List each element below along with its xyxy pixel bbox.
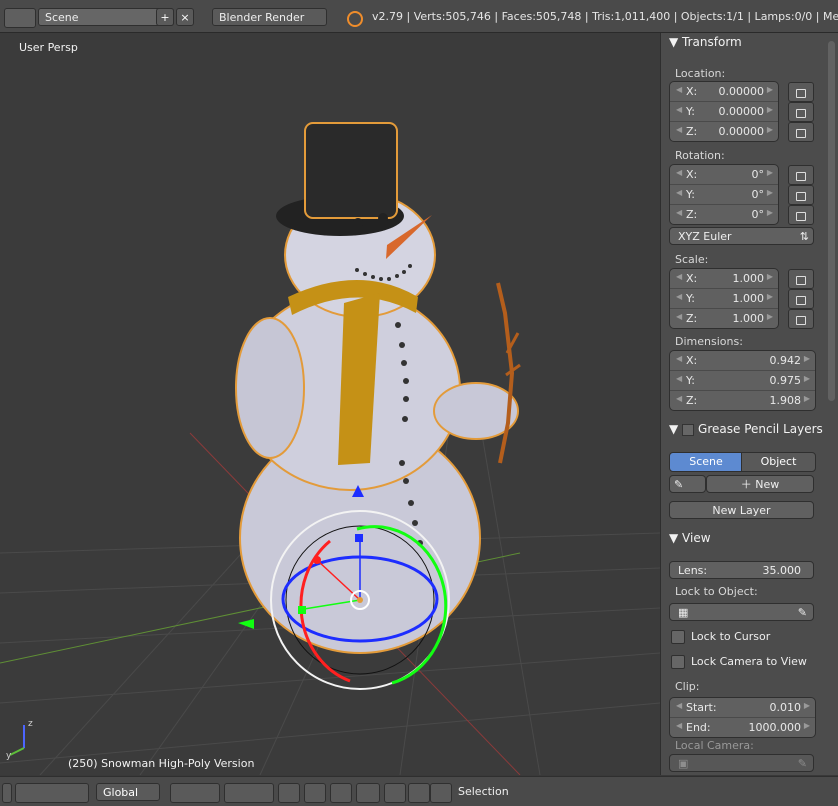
bottom-left-button[interactable] <box>2 783 12 803</box>
lock-to-object-label: Lock to Object: <box>675 585 758 598</box>
rotation-x-lock-button[interactable] <box>788 165 814 185</box>
rotation-vector[interactable]: ◀ X: 0° ▶ ◀ Y: 0° ▶ ◀ Z: 0° ▶ <box>669 164 779 225</box>
svg-text:z: z <box>28 719 33 729</box>
render-icon[interactable] <box>408 783 430 803</box>
location-y-field[interactable]: ◀ Y: 0.00000 ▶ <box>670 102 778 122</box>
dimensions-vector[interactable]: ◀ X: 0.942 ▶ ◀ Y: 0.975 ▶ ◀ Z: 1.908 ▶ <box>669 350 816 411</box>
cube-icon: ▦ <box>678 606 689 619</box>
scene-tab-button[interactable]: Scene <box>669 452 743 472</box>
add-scene-button[interactable]: + <box>156 8 174 26</box>
manipulator-toggle-group[interactable] <box>15 783 89 803</box>
3d-viewport[interactable]: z y User Persp (250) Snowman High-Poly V… <box>0 33 660 775</box>
eyedropper-icon[interactable]: ✎ <box>798 604 807 622</box>
snap-target-icon[interactable] <box>356 783 380 803</box>
dimensions-label: Dimensions: <box>675 335 743 348</box>
bottom-header: Global Selection <box>0 776 838 806</box>
lock-object-field[interactable]: ▦ ✎ <box>669 603 814 621</box>
rotation-y-field[interactable]: ◀ Y: 0° ▶ <box>670 185 778 205</box>
location-vector[interactable]: ◀ X: 0.00000 ▶ ◀ Y: 0.00000 ▶ ◀ Z: 0.00000 ▶ <box>669 81 779 142</box>
clip-start-field[interactable]: ◀ Start: 0.010 ▶ <box>670 698 815 718</box>
scene-selector[interactable]: Scene <box>38 8 174 26</box>
magnet-icon[interactable] <box>330 783 352 803</box>
location-z-lock-button[interactable] <box>788 122 814 142</box>
pivot-icon[interactable] <box>304 783 326 803</box>
transform-orientation-select[interactable]: Global <box>96 783 160 801</box>
scale-z-field[interactable]: ◀ Z: 1.000 ▶ <box>670 309 778 328</box>
rotation-y-lock-button[interactable] <box>788 185 814 205</box>
layer-buttons-left[interactable] <box>170 783 220 803</box>
viewport-scene: z y <box>0 33 660 775</box>
selection-status: Selection <box>458 785 509 798</box>
checkbox-icon[interactable] <box>682 423 695 436</box>
properties-sidebar: ▼ Transform Location: ◀ X: 0.00000 ▶ ◀ Y: 0.0… <box>660 33 838 775</box>
sidebar-scrollbar[interactable] <box>828 41 835 401</box>
editor-type-button[interactable] <box>4 8 36 28</box>
plus-icon: ＋ <box>740 478 752 491</box>
remove-scene-button[interactable]: × <box>176 8 194 26</box>
view-panel-title[interactable]: ▼ View <box>669 531 711 545</box>
clip-label: Clip: <box>675 680 700 693</box>
top-header: Scene + × Blender Render v2.79 | Verts:5… <box>0 0 838 33</box>
blender-logo-icon <box>347 11 363 27</box>
rotation-mode-select[interactable]: XYZ Euler ⇅ <box>669 227 814 245</box>
local-camera-field[interactable]: ▣ ✎ <box>669 754 814 772</box>
dimension-z-field[interactable]: ◀ Z: 1.908 ▶ <box>670 391 815 410</box>
transform-panel-title[interactable]: ▼ Transform <box>669 35 742 49</box>
location-label: Location: <box>675 67 726 80</box>
clip-end-field[interactable]: ◀ End: 1000.000 ▶ <box>670 718 815 737</box>
dimension-y-field[interactable]: ◀ Y: 0.975 ▶ <box>670 371 815 391</box>
render-engine-select[interactable]: Blender Render <box>212 8 327 26</box>
new-layer-button[interactable]: New Layer <box>669 501 814 519</box>
scale-y-field[interactable]: ◀ Y: 1.000 ▶ <box>670 289 778 309</box>
camera-icon-bottom[interactable] <box>430 783 452 803</box>
lock-camera-to-view-label: Lock Camera to View <box>691 655 807 668</box>
lock-layer-button[interactable] <box>278 783 300 803</box>
eyedropper-icon-disabled: ✎ <box>797 757 807 770</box>
scale-z-lock-button[interactable] <box>788 309 814 329</box>
camera-icon: ▣ <box>678 757 689 770</box>
proportional-edit-icon[interactable] <box>384 783 406 803</box>
new-grease-pencil-button[interactable]: ＋ New <box>706 475 814 493</box>
dimension-x-field[interactable]: ◀ X: 0.942 ▶ <box>670 351 815 371</box>
scale-x-field[interactable]: ◀ X: 1.000 ▶ <box>670 269 778 289</box>
object-tab-button[interactable]: Object <box>741 452 816 472</box>
layer-buttons-right[interactable] <box>224 783 274 803</box>
rotation-z-field[interactable]: ◀ Z: 0° ▶ <box>670 205 778 224</box>
scale-vector[interactable]: ◀ X: 1.000 ▶ ◀ Y: 1.000 ▶ ◀ Z: 1.000 ▶ <box>669 268 779 329</box>
location-x-lock-button[interactable] <box>788 82 814 102</box>
lens-field[interactable]: Lens: 35.000 <box>669 561 814 579</box>
grease-pencil-new-selector[interactable]: ✎ <box>669 475 706 493</box>
location-x-field[interactable]: ◀ X: 0.00000 ▶ <box>670 82 778 102</box>
scale-x-lock-button[interactable] <box>788 269 814 289</box>
pencil-icon: ✎ <box>674 478 684 491</box>
scale-label: Scale: <box>675 253 709 266</box>
rotation-z-lock-button[interactable] <box>788 205 814 225</box>
viewport-label: User Persp <box>19 41 78 54</box>
location-z-field[interactable]: ◀ Z: 0.00000 ▶ <box>670 122 778 141</box>
rotation-x-field[interactable]: ◀ X: 0° ▶ <box>670 165 778 185</box>
lock-to-cursor-checkbox[interactable] <box>671 630 685 644</box>
scene-stats: v2.79 | Verts:505,746 | Faces:505,748 | … <box>372 10 838 23</box>
active-object-label: (250) Snowman High-Poly Version <box>68 757 255 770</box>
clip-vector[interactable]: ◀ Start: 0.010 ▶ ◀ End: 1000.000 ▶ <box>669 697 816 738</box>
rotation-label: Rotation: <box>675 149 725 162</box>
location-y-lock-button[interactable] <box>788 102 814 122</box>
lock-camera-to-view-checkbox[interactable] <box>671 655 685 669</box>
svg-text:y: y <box>6 751 12 761</box>
scale-y-lock-button[interactable] <box>788 289 814 309</box>
lock-to-cursor-label: Lock to Cursor <box>691 630 771 643</box>
local-camera-label: Local Camera: <box>675 739 754 752</box>
grease-pencil-panel-title[interactable]: ▼ Grease Pencil Layers <box>669 422 823 436</box>
dropdown-arrows-icon: ⇅ <box>799 230 809 243</box>
